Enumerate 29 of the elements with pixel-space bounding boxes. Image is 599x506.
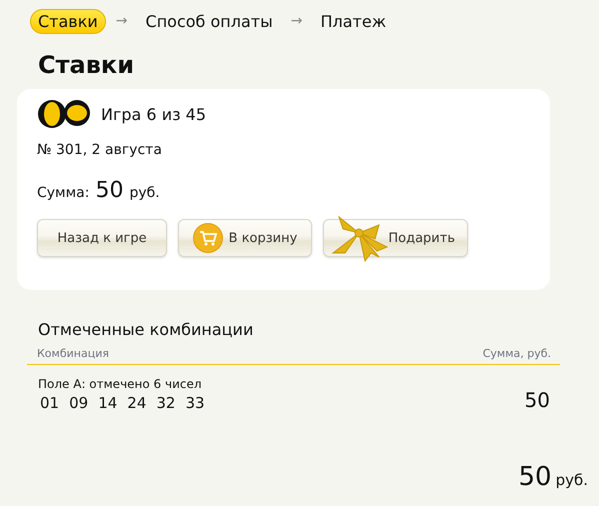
chosen-number: 14 <box>98 394 118 412</box>
back-button[interactable]: Назад к игре <box>37 219 167 257</box>
cart-icon <box>192 223 223 253</box>
field-description: Поле А: отмечено 6 чисел <box>38 377 203 391</box>
total-value: 50 <box>518 462 552 492</box>
breadcrumb-step: Платеж <box>312 8 394 34</box>
column-header: Комбинация <box>37 347 109 360</box>
sum-label: Сумма: <box>37 185 90 201</box>
draw-info: № 301, 2 августа <box>37 142 163 158</box>
page-heading: Ставки <box>38 51 136 81</box>
chosen-number: 33 <box>185 394 205 412</box>
breadcrumb-step: Способ оплаты <box>138 8 281 34</box>
sum-value: 50 <box>95 178 124 203</box>
game-title: Игра 6 из 45 <box>101 104 206 124</box>
ribbon-bow-icon <box>331 213 389 263</box>
arrow-separator: → <box>116 13 128 29</box>
section-title: Отмеченные комбинации <box>38 320 254 339</box>
breadcrumb-step: Ставки <box>30 8 106 34</box>
chosen-number: 09 <box>69 394 88 412</box>
lottery-balls-icon <box>37 98 93 130</box>
currency-label: руб. <box>129 185 160 201</box>
chosen-number: 01 <box>40 394 60 412</box>
chosen-number: 32 <box>156 394 176 412</box>
add-to-cart-button[interactable]: В корзину <box>178 219 312 257</box>
column-header: Сумма, руб. <box>482 347 551 360</box>
currency-label: руб. <box>556 471 588 489</box>
arrow-separator: → <box>290 13 302 29</box>
chosen-number: 24 <box>127 394 146 412</box>
row-sum: 50 <box>524 388 550 412</box>
